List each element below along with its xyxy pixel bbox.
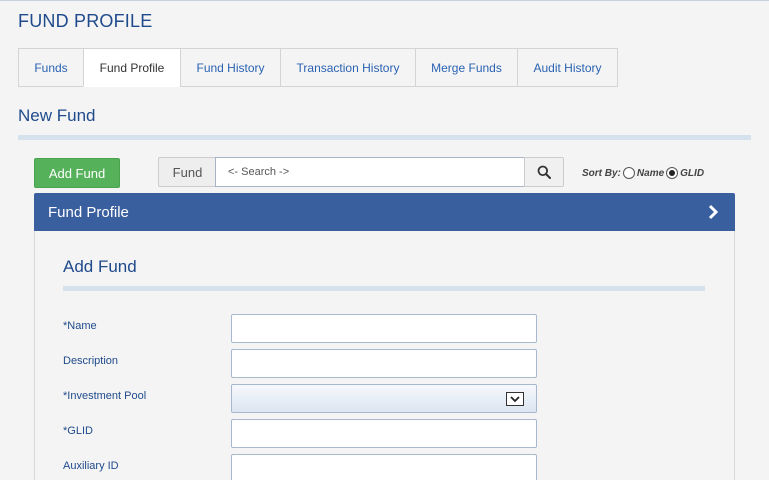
- form-title: Add Fund: [63, 257, 137, 276]
- sort-name-radio[interactable]: [622, 167, 635, 179]
- search-button[interactable]: [524, 157, 564, 187]
- sort-glid-radio[interactable]: [666, 167, 679, 179]
- name-field[interactable]: [231, 314, 537, 343]
- description-label: Description: [63, 355, 119, 367]
- sort-by-label: Sort By:: [582, 167, 621, 179]
- add-fund-button[interactable]: Add Fund: [34, 158, 120, 188]
- chevron-down-icon: [510, 395, 520, 402]
- section-divider: [18, 135, 751, 140]
- glid-label: *GLID: [63, 425, 93, 437]
- tab-funds[interactable]: Funds: [18, 48, 83, 87]
- tab-merge-funds[interactable]: Merge Funds: [415, 48, 517, 87]
- tab-bar: Funds Fund Profile Fund History Transact…: [18, 48, 618, 87]
- description-field[interactable]: [231, 349, 537, 378]
- auxiliary-id-field[interactable]: [231, 454, 537, 480]
- fund-search-label: Fund: [158, 157, 216, 187]
- section-title: New Fund: [18, 106, 96, 125]
- tab-fund-history[interactable]: Fund History: [180, 48, 280, 87]
- form-divider: [63, 286, 705, 291]
- investment-pool-select[interactable]: [231, 384, 537, 413]
- panel-header[interactable]: Fund Profile: [34, 193, 735, 231]
- tab-transaction-history[interactable]: Transaction History: [280, 48, 415, 87]
- sort-glid-label: GLID: [680, 167, 705, 179]
- auxiliary-id-label: Auxiliary ID: [63, 460, 119, 472]
- page-title: FUND PROFILE: [18, 11, 153, 31]
- investment-pool-label: *Investment Pool: [63, 390, 147, 402]
- panel-title: Fund Profile: [48, 203, 129, 221]
- dropdown-arrow[interactable]: [506, 392, 524, 406]
- sort-name-label: Name: [636, 167, 665, 179]
- glid-field[interactable]: [231, 419, 537, 448]
- name-label: *Name: [63, 320, 97, 332]
- tab-audit-history[interactable]: Audit History: [517, 48, 618, 87]
- tab-fund-profile[interactable]: Fund Profile: [83, 48, 180, 87]
- sort-by-group: Sort By: Name GLID: [582, 165, 704, 181]
- chevron-right-icon[interactable]: [705, 204, 721, 220]
- fund-search-input[interactable]: [215, 157, 525, 187]
- search-icon: [537, 165, 551, 179]
